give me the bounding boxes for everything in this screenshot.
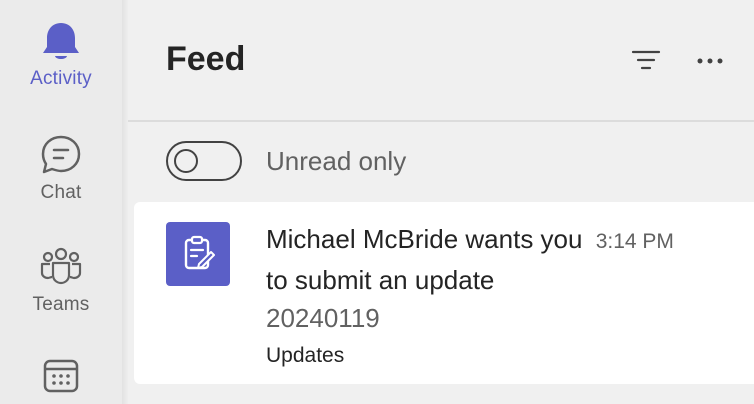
activity-title: Michael McBride wants you <box>266 224 583 254</box>
calendar-icon <box>38 352 84 398</box>
feed-panel: Feed Unread only Michael McBride wants y… <box>128 0 754 404</box>
filter-button[interactable] <box>628 44 664 80</box>
activity-time: 3:14 PM <box>595 230 674 253</box>
filter-icon <box>631 48 661 77</box>
rail-item-label: Activity <box>30 68 92 89</box>
rail-item-label: Chat <box>40 182 82 203</box>
unread-only-toggle[interactable] <box>166 141 242 181</box>
unread-only-row: Unread only <box>166 140 406 182</box>
activity-title-line: Michael McBride wants you 3:14 PM <box>266 220 744 261</box>
activity-title-continued: to submit an update <box>266 265 495 295</box>
chat-icon <box>38 132 84 178</box>
rail-item-teams[interactable]: Teams <box>0 244 122 316</box>
activity-card-body: Michael McBride wants you 3:14 PM to sub… <box>266 220 744 375</box>
app-rail: Activity Chat Teams <box>0 0 122 404</box>
toggle-knob <box>174 149 198 173</box>
unread-only-label: Unread only <box>266 145 407 176</box>
more-options-button[interactable] <box>692 44 728 80</box>
rail-item-chat[interactable]: Chat <box>0 132 122 204</box>
activity-source: Updates <box>266 344 345 367</box>
activity-subtitle: 20240119 <box>266 303 380 333</box>
rail-item-calendar[interactable] <box>0 352 122 398</box>
teams-app: Activity Chat Teams Feed Unread only Mic… <box>0 0 754 404</box>
rail-item-activity[interactable]: Activity <box>0 18 122 90</box>
page-title: Feed <box>166 40 246 78</box>
teams-icon <box>38 244 84 290</box>
feed-header: Feed <box>128 0 754 122</box>
rail-item-label: Teams <box>32 294 90 315</box>
more-icon <box>695 53 725 71</box>
bell-icon <box>38 18 84 64</box>
clipboard-edit-icon <box>166 222 230 286</box>
activity-card[interactable]: Michael McBride wants you 3:14 PM to sub… <box>134 202 754 384</box>
